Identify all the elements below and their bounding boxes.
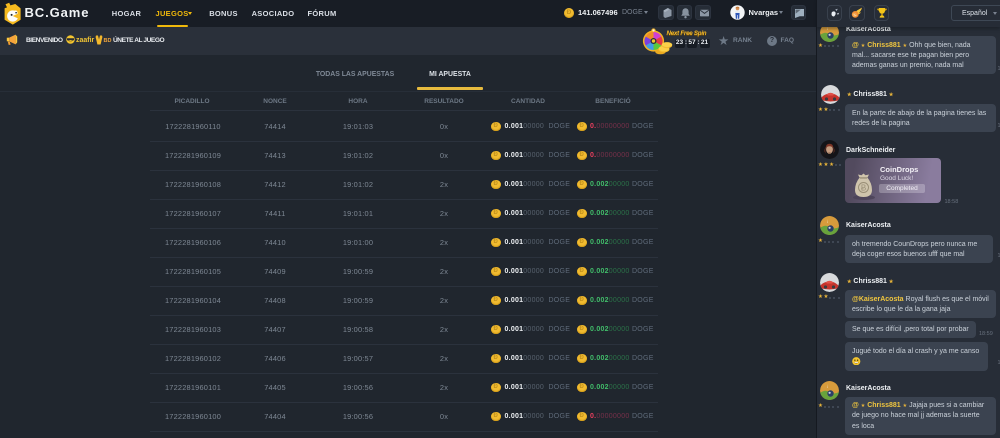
svg-text:Ƀ: Ƀ (861, 184, 866, 193)
